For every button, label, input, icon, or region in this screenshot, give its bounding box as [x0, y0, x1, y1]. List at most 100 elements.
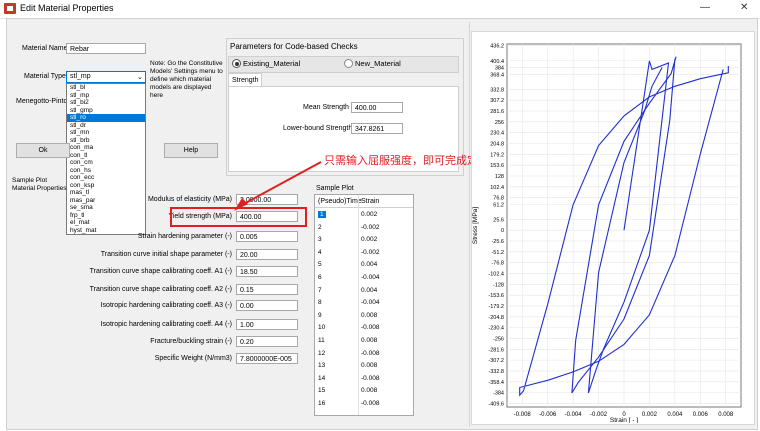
radio-existing[interactable]: [232, 59, 241, 68]
time-cell: 13: [318, 362, 326, 370]
param-input[interactable]: 0.005: [236, 231, 298, 242]
strain-cell: 0.002: [361, 236, 378, 244]
y-tick-label: -256: [493, 336, 504, 342]
material-type-option[interactable]: frp_tl: [67, 212, 145, 220]
material-type-label: Material Type:: [24, 73, 68, 80]
table-row[interactable]: 4 -0.002: [315, 247, 413, 259]
material-type-option[interactable]: el_mat: [67, 219, 145, 227]
strain-cell: 0.004: [361, 261, 378, 269]
material-type-option[interactable]: mas_tl: [67, 189, 145, 197]
ok-button[interactable]: Ok: [16, 143, 70, 158]
material-note: Note: Go the Constitutive Models' Settin…: [150, 60, 223, 99]
mean-strength-input[interactable]: 400.00: [351, 102, 403, 113]
table-row[interactable]: 2 -0.002: [315, 222, 413, 234]
y-tick-label: 230.4: [490, 131, 504, 137]
param-input[interactable]: 18.50: [236, 266, 298, 277]
table-row[interactable]: 11 0.008: [315, 335, 413, 347]
table-row[interactable]: 5 0.004: [315, 259, 413, 271]
table-row[interactable]: 9 0.008: [315, 310, 413, 322]
help-button[interactable]: Help: [164, 143, 218, 158]
table-row[interactable]: 7 0.004: [315, 285, 413, 297]
material-type-option[interactable]: stl_ro: [67, 114, 145, 122]
table-row[interactable]: 16 -0.008: [315, 398, 413, 410]
header-strain: Strain: [361, 198, 380, 205]
x-tick-label: -0.002: [590, 412, 608, 418]
table-row[interactable]: 14 -0.008: [315, 373, 413, 385]
material-type-option[interactable]: con_hs: [67, 167, 145, 175]
strain-cell: -0.008: [361, 400, 380, 407]
strain-cell: -0.002: [361, 223, 380, 231]
y-tick-label: -409.6: [488, 401, 504, 407]
table-row[interactable]: 8 -0.004: [315, 297, 413, 309]
y-tick-label: 204.8: [490, 142, 504, 148]
time-cell: 6: [318, 274, 322, 281]
table-row[interactable]: 10 -0.008: [315, 322, 413, 334]
param-label: Transition curve shape calibrating coeff…: [89, 268, 232, 275]
param-input[interactable]: 0.00: [236, 300, 298, 311]
tab-strength[interactable]: Strength: [228, 73, 262, 87]
material-type-list[interactable]: stl_bl stl_mp stl_bi2 stl_gmp stl_ro stl_dr st…: [66, 83, 146, 235]
material-type-option[interactable]: stl_brb: [67, 137, 145, 145]
y-tick-label: -102.4: [488, 271, 504, 277]
material-name-input[interactable]: Rebar: [66, 43, 146, 54]
time-cell: 11: [318, 337, 325, 344]
material-type-option[interactable]: con_ecc: [67, 174, 145, 182]
y-tick-label: 368.4: [490, 72, 504, 78]
y-tick-label: -128: [493, 282, 504, 288]
table-row[interactable]: 1 0.002: [315, 209, 413, 221]
time-cell: 8: [318, 299, 322, 307]
table-row[interactable]: 3 0.002: [315, 234, 413, 246]
material-type-option[interactable]: stl_bi2: [67, 99, 145, 107]
y-tick-label: 384: [495, 66, 504, 72]
lower-strength-label: Lower-bound Strength: [283, 125, 353, 132]
y-tick-label: 128: [495, 174, 504, 180]
table-header: (Pseudo)Time Strain: [315, 195, 413, 208]
table-row[interactable]: 13 0.008: [315, 360, 413, 372]
close-icon[interactable]: ✕: [740, 2, 748, 13]
material-type-option[interactable]: con_ksp: [67, 182, 145, 190]
param-label: Transition curve shape calibrating coeff…: [89, 286, 232, 293]
annotation-arrow: [234, 161, 322, 211]
x-tick-label: -0.008: [514, 412, 532, 418]
material-type-option[interactable]: con_ma: [67, 144, 145, 152]
time-cell: 3: [318, 236, 322, 244]
param-label: Isotropic hardening calibrating coeff. A…: [100, 302, 232, 309]
material-type-option[interactable]: mas_par: [67, 197, 145, 205]
sample-table[interactable]: (Pseudo)Time Strain 1 0.002 2 -0.002 3 0.002 4…: [314, 194, 414, 416]
table-row[interactable]: 15 0.008: [315, 385, 413, 397]
param-input[interactable]: 20.00: [236, 249, 298, 260]
table-row[interactable]: 6 -0.004: [315, 272, 413, 284]
strain-cell: -0.008: [361, 324, 380, 332]
material-type-option[interactable]: stl_gmp: [67, 107, 145, 115]
y-tick-label: -51.2: [491, 250, 504, 256]
lower-strength-input[interactable]: 347.8261: [351, 123, 403, 134]
param-input[interactable]: 0.20: [236, 336, 298, 347]
y-axis-label: Stress [MPa]: [472, 207, 479, 244]
table-row[interactable]: 12 -0.008: [315, 348, 413, 360]
param-input[interactable]: 7.8000000E-005: [236, 353, 298, 364]
material-type-dropdown[interactable]: stl_mp ⌄: [66, 71, 146, 83]
y-tick-label: 332.8: [490, 87, 504, 93]
radio-new[interactable]: [344, 59, 353, 68]
material-type-option[interactable]: con_tl: [67, 152, 145, 160]
minimize-icon[interactable]: —: [700, 2, 710, 13]
y-tick-label: -384: [493, 391, 504, 397]
material-type-option[interactable]: se_sma: [67, 204, 145, 212]
material-type-option[interactable]: stl_mn: [67, 129, 145, 137]
material-type-option[interactable]: con_cm: [67, 159, 145, 167]
x-tick-label: -0.004: [565, 412, 583, 418]
annotation-text: 只需输入屈服强度，即可完成定义: [324, 154, 489, 167]
param-input[interactable]: 1.00: [236, 319, 298, 330]
y-tick-label: 25.6: [493, 217, 504, 223]
param-input[interactable]: 0.15: [236, 284, 298, 295]
material-type-option[interactable]: stl_mp: [67, 92, 145, 100]
material-type-option[interactable]: stl_dr: [67, 122, 145, 130]
material-type-option[interactable]: hyst_mat: [67, 227, 145, 235]
y-tick-label: 102.4: [490, 185, 504, 191]
title-bar: Edit Material Properties — ✕: [0, 0, 760, 19]
strain-cell: -0.004: [361, 299, 380, 307]
time-cell: 12: [318, 349, 326, 357]
material-type-option[interactable]: stl_bl: [67, 84, 145, 92]
x-tick-label: -0.006: [539, 412, 557, 418]
y-tick-label: 0: [501, 228, 504, 234]
